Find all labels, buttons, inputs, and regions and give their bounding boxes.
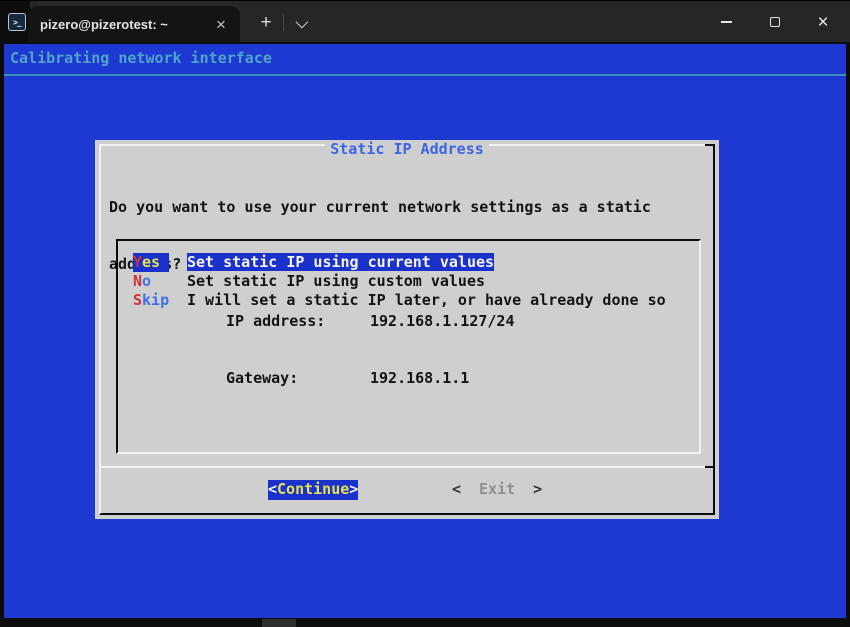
menu-item-skip[interactable]: SkipI will set a static IP later, or hav…: [133, 291, 699, 310]
exit-button[interactable]: <Exit>: [452, 480, 542, 500]
window-title-bar: >_ pizero@pizerotest: ~ × + ×: [0, 0, 850, 42]
exit-button-label: Exit: [479, 480, 515, 498]
chevron-down-icon: [295, 15, 308, 28]
minimize-button[interactable]: [703, 1, 749, 43]
menu-item-description: Set static IP using custom values: [187, 272, 485, 290]
backtitle-text: Calibrating network interface: [10, 49, 272, 68]
dialog-border-corner: [705, 144, 715, 146]
shortcut-letter: N: [133, 272, 142, 290]
tab-close-icon[interactable]: ×: [212, 16, 230, 33]
maximize-icon: [770, 17, 780, 27]
new-tab-button[interactable]: +: [252, 10, 280, 36]
static-ip-dialog: Static IP Address Do you want to use you…: [95, 140, 719, 519]
menu-listbox: YesSet static IP using current values No…: [116, 239, 701, 454]
menu-item-yes[interactable]: YesSet static IP using current values: [133, 253, 699, 272]
continue-button[interactable]: <Continue>: [268, 480, 358, 500]
shortcut-letter: S: [133, 291, 142, 309]
bottom-bar: [0, 618, 850, 627]
tab-dropdown-button[interactable]: [288, 10, 312, 36]
shortcut-letter: Y: [133, 253, 142, 271]
button-separator-junction: [705, 466, 715, 468]
maximize-button[interactable]: [752, 1, 798, 43]
dialog-title: Static IP Address: [95, 140, 719, 159]
continue-button-label: Continue: [277, 480, 349, 498]
button-separator-line: [99, 466, 715, 468]
terminal-viewport: Calibrating network interface Static IP …: [4, 44, 846, 618]
tab-bar-divider: [283, 14, 284, 31]
menu-item-description: Set static IP using current values: [187, 253, 494, 271]
screen: >_ pizero@pizerotest: ~ × + × Calibratin…: [0, 0, 850, 627]
close-button[interactable]: ×: [800, 1, 846, 43]
tab-title: pizero@pizerotest: ~: [40, 17, 212, 32]
menu-item-description: I will set a static IP later, or have al…: [187, 291, 666, 309]
close-icon: ×: [817, 13, 828, 32]
terminal-app-icon: >_: [8, 13, 26, 31]
bottom-bar-segment: [262, 619, 296, 627]
menu-item-no[interactable]: NoSet static IP using custom values: [133, 272, 699, 291]
backtitle-underline: [4, 74, 846, 76]
minimize-icon: [721, 21, 732, 23]
terminal-tab[interactable]: pizero@pizerotest: ~ ×: [28, 6, 240, 43]
message-line: Do you want to use your current network …: [109, 198, 703, 217]
